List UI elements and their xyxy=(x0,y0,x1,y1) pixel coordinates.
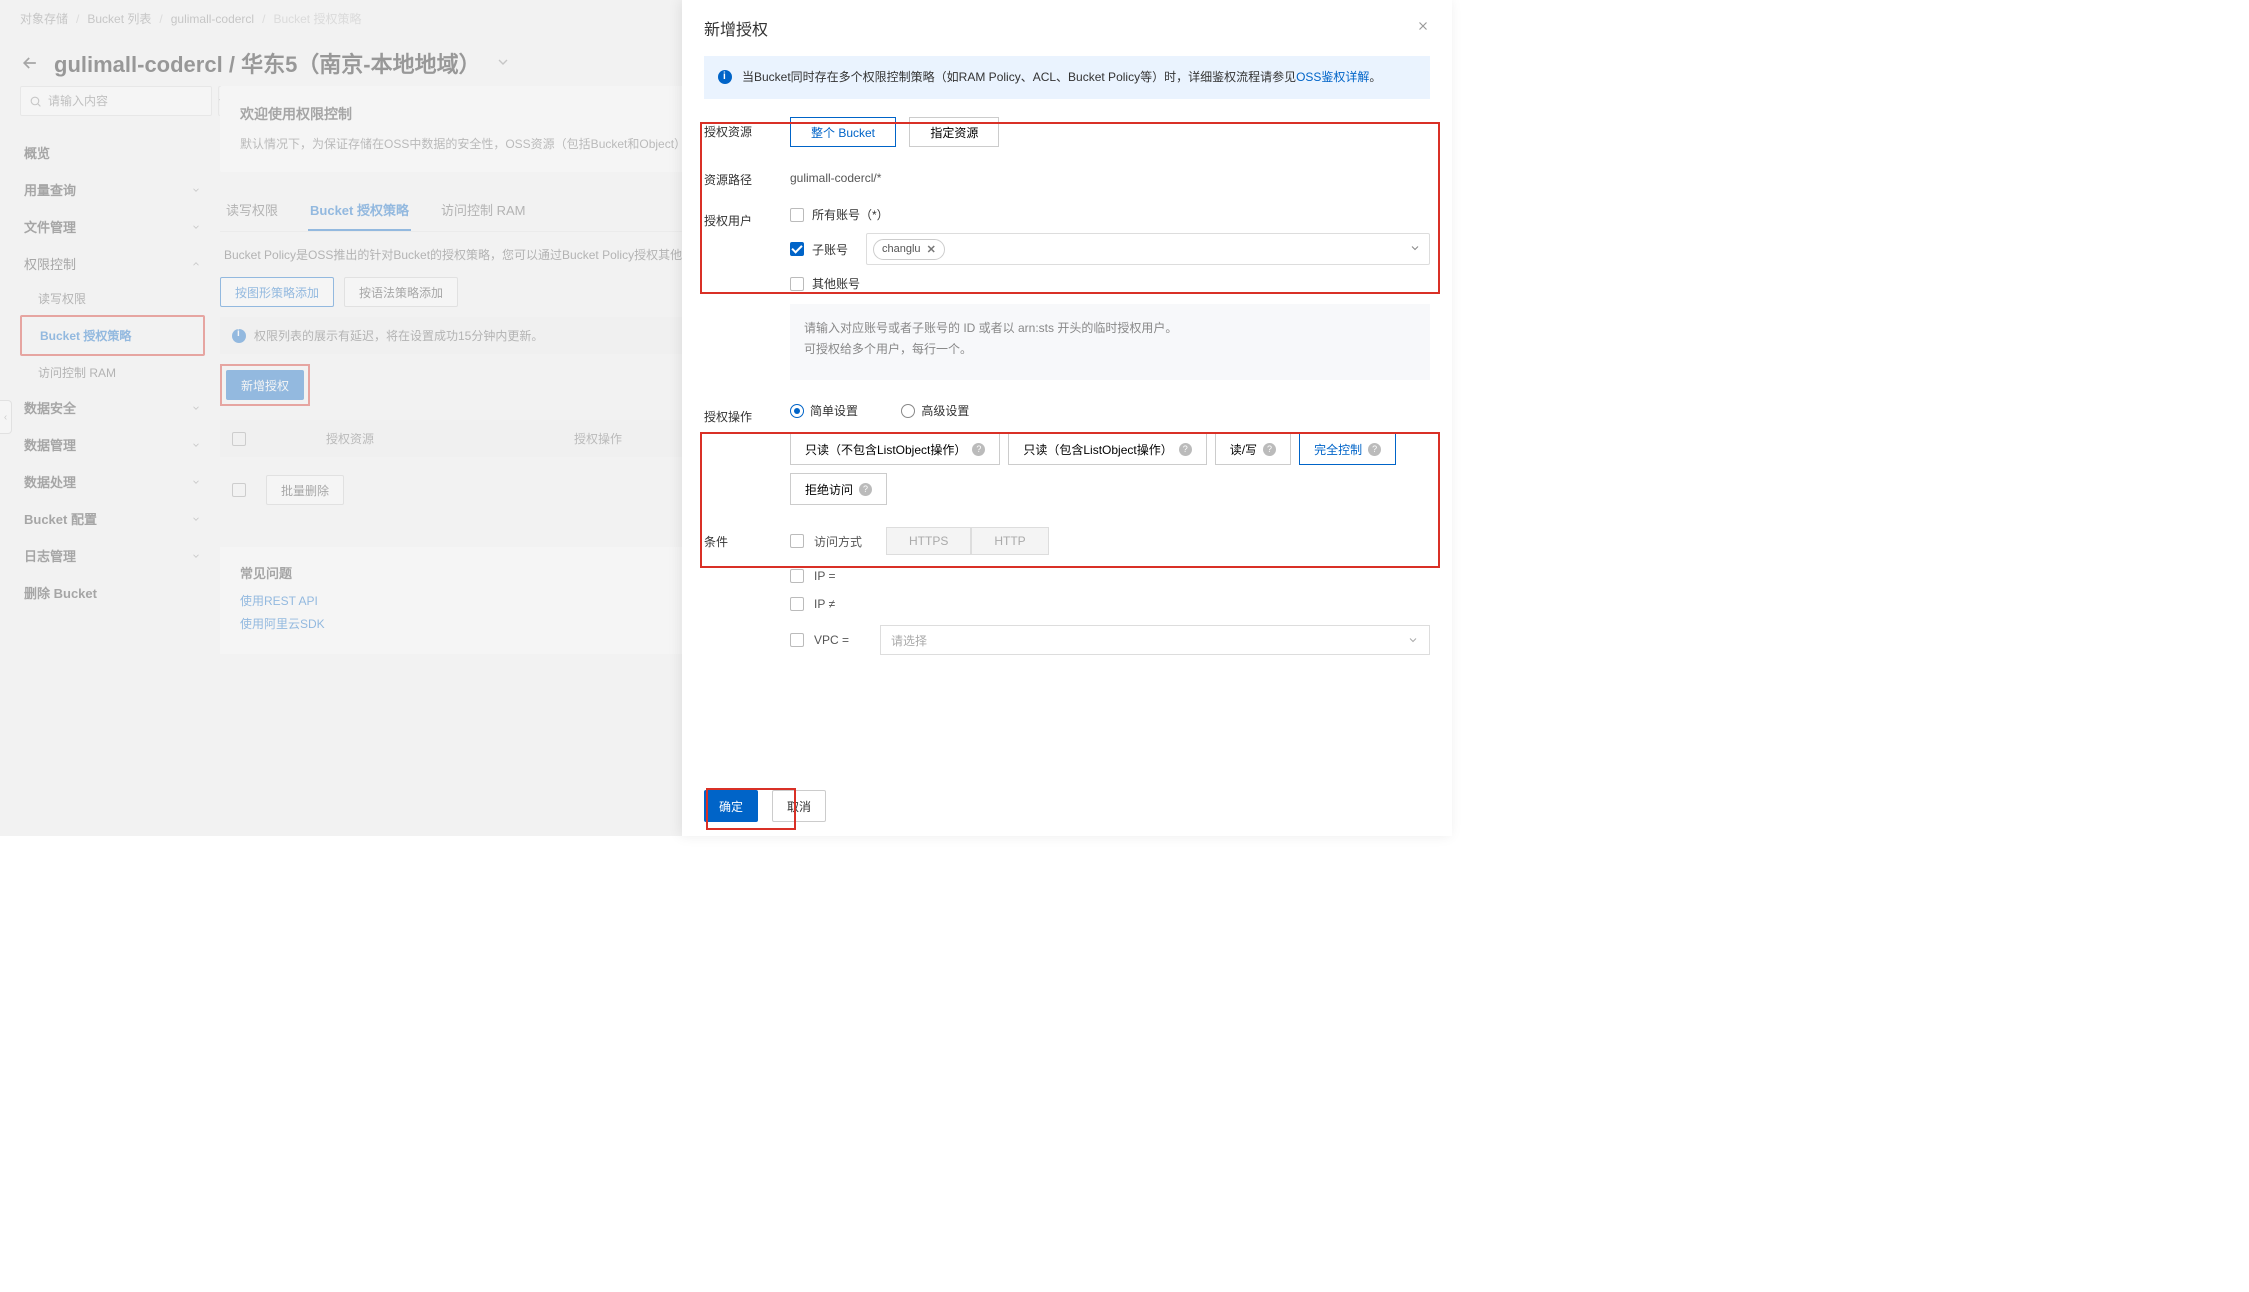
help-icon[interactable]: ? xyxy=(1368,443,1381,456)
chevron-down-icon[interactable] xyxy=(1409,242,1421,257)
sub-account-select[interactable]: changlu ✕ xyxy=(866,233,1430,265)
lbl-other-account: 其他账号 xyxy=(812,275,860,292)
label-user: 授权用户 xyxy=(704,206,790,229)
op-deny[interactable]: 拒绝访问? xyxy=(790,473,887,505)
lbl-access-method: 访问方式 xyxy=(814,533,870,550)
op-readonly-nolist[interactable]: 只读（不包含ListObject操作）? xyxy=(790,433,1000,465)
info-alert: 当Bucket同时存在多个权限控制策略（如RAM Policy、ACL、Buck… xyxy=(704,56,1430,99)
auth-doc-link[interactable]: OSS鉴权详解 xyxy=(1296,70,1369,84)
chk-sub-account[interactable] xyxy=(790,242,804,256)
op-readwrite[interactable]: 读/写? xyxy=(1215,433,1291,465)
user-tag: changlu ✕ xyxy=(873,239,945,260)
lbl-ip-ne: IP ≠ xyxy=(814,597,870,611)
chk-access-method[interactable] xyxy=(790,534,804,548)
help-icon[interactable]: ? xyxy=(1179,443,1192,456)
label-resource: 授权资源 xyxy=(704,117,790,140)
scope-whole-bucket[interactable]: 整个 Bucket xyxy=(790,117,896,147)
chk-ip-eq[interactable] xyxy=(790,569,804,583)
btn-https[interactable]: HTTPS xyxy=(886,527,971,555)
label-path: 资源路径 xyxy=(704,165,790,188)
resource-path-value: gulimall-codercl/* xyxy=(790,165,1430,185)
lbl-ip-eq: IP = xyxy=(814,569,870,583)
close-icon[interactable] xyxy=(1416,19,1430,38)
btn-http[interactable]: HTTP xyxy=(971,527,1048,555)
label-op: 授权操作 xyxy=(704,402,790,425)
label-condition: 条件 xyxy=(704,527,790,550)
drawer-title: 新增授权 xyxy=(704,16,768,40)
help-icon[interactable]: ? xyxy=(972,443,985,456)
chevron-down-icon xyxy=(1407,634,1419,646)
other-account-hint: 请输入对应账号或者子账号的 ID 或者以 arn:sts 开头的临时授权用户。 … xyxy=(790,304,1430,380)
help-icon[interactable]: ? xyxy=(1263,443,1276,456)
new-auth-drawer: 新增授权 当Bucket同时存在多个权限控制策略（如RAM Policy、ACL… xyxy=(682,0,1452,836)
remove-tag-icon[interactable]: ✕ xyxy=(927,243,936,256)
op-full-control[interactable]: 完全控制? xyxy=(1299,433,1396,465)
help-icon[interactable]: ? xyxy=(859,483,872,496)
confirm-button[interactable]: 确定 xyxy=(704,790,758,822)
chk-all-accounts[interactable] xyxy=(790,208,804,222)
vpc-select[interactable]: 请选择 xyxy=(880,625,1430,655)
chk-ip-ne[interactable] xyxy=(790,597,804,611)
chk-vpc[interactable] xyxy=(790,633,804,647)
chk-other-account[interactable] xyxy=(790,277,804,291)
lbl-all-accounts: 所有账号（*） xyxy=(812,206,889,223)
scope-specific[interactable]: 指定资源 xyxy=(909,117,999,147)
radio-simple[interactable]: 简单设置 xyxy=(790,404,858,418)
lbl-sub-account: 子账号 xyxy=(812,241,848,258)
cancel-button[interactable]: 取消 xyxy=(772,790,826,822)
info-icon xyxy=(718,70,732,84)
op-readonly-list[interactable]: 只读（包含ListObject操作）? xyxy=(1008,433,1206,465)
radio-advanced[interactable]: 高级设置 xyxy=(901,404,969,418)
lbl-vpc: VPC = xyxy=(814,633,870,647)
